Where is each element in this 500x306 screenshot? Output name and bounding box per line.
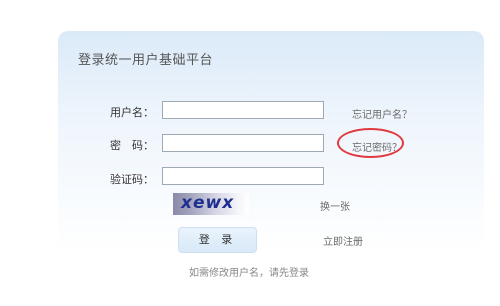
refresh-captcha-link[interactable]: 换一张 (320, 198, 350, 213)
password-input[interactable] (162, 134, 324, 152)
username-label: 用户名： (110, 106, 154, 119)
captcha-text: xewx (181, 193, 235, 213)
register-link[interactable]: 立即注册 (323, 233, 363, 248)
captcha-label: 验证码： (110, 173, 154, 186)
forgot-password-link[interactable]: 忘记密码？ (352, 139, 402, 154)
password-label: 密 码： (110, 139, 154, 152)
captcha-image[interactable]: xewx (173, 193, 249, 215)
hint-text: 如需修改用户名，请先登录 (189, 268, 309, 279)
username-input[interactable] (162, 101, 324, 119)
captcha-input[interactable] (162, 167, 324, 185)
login-button[interactable]: 登 录 (178, 227, 257, 253)
forgot-username-link[interactable]: 忘记用户名？ (352, 106, 412, 121)
page-title: 登录统一用户基础平台 (78, 53, 214, 68)
